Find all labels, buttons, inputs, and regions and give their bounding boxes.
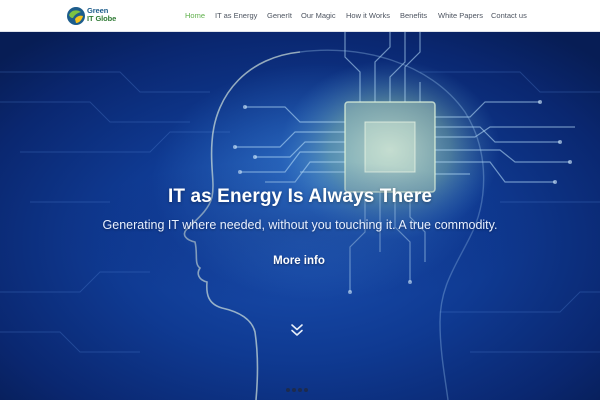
nav-link-how-it-works[interactable]: How it Works <box>346 11 390 21</box>
main-nav: Home IT as Energy GenerIt Our Magic How … <box>0 0 600 32</box>
nav-item-generit: GenerIt <box>267 11 292 23</box>
site-header: Green IT Globe Home IT as Energy GenerIt… <box>0 0 600 32</box>
nav-item-white-papers: White Papers <box>438 11 483 23</box>
nav-item-benefits: Benefits <box>400 11 427 23</box>
nav-link-home[interactable]: Home <box>185 11 205 21</box>
slider-pagination <box>282 388 318 394</box>
nav-link-white-papers[interactable]: White Papers <box>438 11 483 21</box>
nav-item-contact-us: Contact us <box>491 11 527 23</box>
nav-link-benefits[interactable]: Benefits <box>400 11 427 21</box>
slide-dot-3[interactable] <box>298 388 302 392</box>
nav-item-home: Home <box>185 11 205 23</box>
slide-dot-2[interactable] <box>292 388 296 392</box>
hero-overlay <box>0 32 600 400</box>
nav-link-our-magic[interactable]: Our Magic <box>301 11 336 21</box>
slide-dot-1[interactable] <box>286 388 290 392</box>
nav-link-generit[interactable]: GenerIt <box>267 11 292 21</box>
nav-link-contact-us[interactable]: Contact us <box>491 11 527 21</box>
nav-item-our-magic: Our Magic <box>301 11 336 23</box>
double-chevron-down-icon[interactable] <box>289 322 305 338</box>
more-info-button[interactable]: More info <box>258 250 340 272</box>
nav-item-it-as-energy: IT as Energy <box>215 11 257 23</box>
hero-subtitle: Generating IT where needed, without you … <box>102 218 498 232</box>
nav-link-it-as-energy[interactable]: IT as Energy <box>215 11 257 21</box>
slide-dot-4[interactable] <box>304 388 308 392</box>
hero-banner: IT as Energy Is Always There Generating … <box>0 32 600 400</box>
hero-title: IT as Energy Is Always There <box>168 186 432 207</box>
nav-item-how-it-works: How it Works <box>346 11 390 23</box>
